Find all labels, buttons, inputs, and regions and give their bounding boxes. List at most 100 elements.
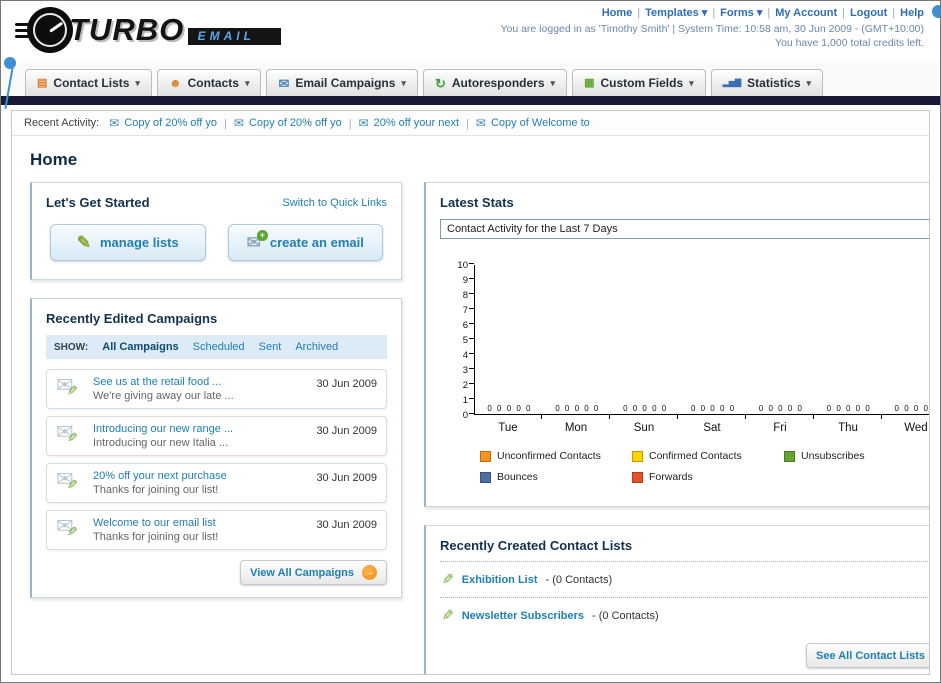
recent-activity-item[interactable]: ✉ 20% off your next	[359, 116, 459, 130]
logo-dial-icon	[27, 7, 73, 53]
campaign-tab-archived[interactable]: Archived	[295, 341, 338, 353]
header-link-logout[interactable]: Logout	[850, 7, 887, 19]
bar-group-values: 0 0 0 0 0	[623, 404, 667, 413]
tab-custom-fields[interactable]: ▦ Custom Fields ▾	[572, 69, 706, 96]
campaign-title-link[interactable]: Welcome to our email list	[93, 517, 307, 529]
contact-list-name-link[interactable]: Newsletter Subscribers	[462, 610, 584, 622]
recent-activity-bar: Recent Activity: ✉ Copy of 20% off yo | ✉ Co…	[12, 111, 929, 136]
header: TURBO EMAIL Home | Templates ▾ | Forms ▾ | My …	[1, 1, 940, 63]
chart-legend: Unconfirmed Contacts Confirmed Contacts Un…	[480, 450, 929, 492]
legend-label: Bounces	[497, 471, 538, 483]
header-link-templates[interactable]: Templates ▾	[645, 7, 707, 19]
chart-plot: 0 0 0 0 0 0 0 0 0 0 0 0 0 0 0 0 0 0 0 0 0 0 …	[469, 263, 929, 415]
contact-list-name-link[interactable]: Exhibition List	[462, 574, 538, 586]
header-links: Home | Templates ▾ | Forms ▾ | My Account | Logo…	[500, 6, 924, 19]
header-link-my-account[interactable]: My Account	[775, 7, 837, 19]
campaign-title-link[interactable]: 20% off your next purchase	[93, 470, 307, 482]
login-info: You are logged in as 'Timothy Smith' | S…	[500, 23, 924, 35]
header-link-home[interactable]: Home	[602, 7, 633, 19]
see-all-contact-lists-button[interactable]: See All Contact Lists →	[805, 643, 929, 668]
envelope-icon: ✉	[358, 116, 369, 130]
y-axis-tick-label: 2	[462, 379, 468, 391]
y-axis-tick	[469, 413, 474, 414]
campaign-date: 30 Jun 2009	[316, 378, 377, 390]
switch-quick-links-link[interactable]: Switch to Quick Links	[282, 197, 387, 209]
tab-email-campaigns[interactable]: ✉ Email Campaigns ▾	[266, 69, 418, 96]
campaign-tab-all-campaigns[interactable]: All Campaigns	[102, 341, 178, 353]
campaigns-title: Recently Edited Campaigns	[46, 311, 218, 326]
bar-group-values: 0 0 0 0 0	[894, 404, 929, 413]
chevron-down-icon: ▾	[550, 77, 556, 88]
chevron-down-icon: ▾	[244, 77, 250, 88]
view-all-campaigns-button[interactable]: View All Campaigns →	[240, 560, 387, 585]
stats-title: Latest Stats	[440, 195, 514, 210]
contacts-icon: ☻	[168, 76, 182, 90]
campaign-item[interactable]: ✉ ✎ See us at the retail food ... We're giv…	[46, 369, 387, 409]
y-axis-tick-label: 10	[457, 259, 468, 271]
nav-divider-bar	[1, 96, 940, 105]
contact-list-count: - (0 Contacts)	[545, 573, 613, 586]
pencil-icon: ✎	[67, 383, 78, 398]
separator: |	[637, 7, 641, 19]
contact-list-item[interactable]: ✎ Exhibition List - (0 Contacts)	[440, 561, 929, 597]
recent-activity-label: Recent Activity:	[24, 117, 100, 129]
campaign-item[interactable]: ✉ ✎ Introducing our new range ... Introduci…	[46, 416, 387, 456]
x-axis-label: Wed	[904, 422, 928, 434]
decorative-dot	[4, 57, 16, 69]
create-email-button[interactable]: ✉ + create an email	[227, 224, 383, 261]
header-link-help[interactable]: Help	[900, 7, 924, 19]
recent-activity-item[interactable]: ✉ Copy of 20% off yo	[234, 116, 342, 130]
campaign-tab-scheduled[interactable]: Scheduled	[193, 341, 245, 353]
bar-group-values: 0 0 0 0 0	[758, 404, 802, 413]
recent-activity-item[interactable]: ✉ Copy of Welcome to	[476, 116, 590, 130]
campaign-text: See us at the retail food ... We're givin…	[93, 376, 307, 402]
decorative-dot	[932, 5, 940, 18]
tab-statistics[interactable]: ▂▅▇ Statistics ▾	[710, 69, 824, 96]
custom-fields-icon: ▦	[584, 76, 595, 89]
campaign-text: Welcome to our email list Thanks for join…	[93, 517, 307, 543]
tab-autoresponders[interactable]: ↻ Autoresponders ▾	[422, 69, 568, 96]
y-axis-tick	[469, 338, 474, 339]
campaign-item[interactable]: ✉ ✎ 20% off your next purchase Thanks for j…	[46, 463, 387, 503]
x-axis-label: Sun	[633, 422, 655, 434]
campaign-tab-sent[interactable]: Sent	[259, 341, 282, 353]
contact-list-item[interactable]: ✎ Newsletter Subscribers - (0 Contacts)	[440, 597, 929, 633]
bar-group-values: 0 0 0 0 0	[826, 404, 870, 413]
email-campaigns-icon: ✉	[278, 75, 290, 91]
chevron-down-icon: ▾	[806, 77, 812, 88]
separator: |	[767, 7, 771, 19]
manage-lists-button[interactable]: ✎ manage lists	[50, 224, 206, 261]
y-axis-tick-label: 5	[462, 334, 468, 346]
app-logo[interactable]: TURBO EMAIL	[1, 1, 281, 53]
email-edit-icon: ✉ ✎	[56, 469, 84, 495]
chevron-down-icon: ▾	[401, 77, 406, 88]
y-axis-tick-label: 1	[462, 394, 468, 406]
latest-stats-panel: Latest Stats Contact Activity for the La…	[424, 182, 929, 507]
campaign-text: 20% off your next purchase Thanks for joi…	[93, 470, 307, 496]
stats-activity-select[interactable]: Contact Activity for the Last 7 Days	[440, 219, 929, 239]
manage-lists-label: manage lists	[99, 235, 179, 250]
chart-zero-row: 0 0 0 0 0 0 0 0 0 0 0 0 0 0 0 0 0 0 0 0 0 0 …	[475, 404, 929, 413]
tab-label: Contact Lists	[53, 76, 130, 90]
email-plus-icon: ✉ +	[247, 230, 268, 251]
campaign-title-link[interactable]: Introducing our new range ...	[93, 423, 307, 435]
campaign-title-link[interactable]: See us at the retail food ...	[93, 376, 307, 388]
x-axis-label: Sat	[703, 422, 721, 434]
y-axis-tick-label: 8	[462, 289, 468, 301]
logo-text: TURBO EMAIL	[69, 14, 281, 46]
header-link-forms[interactable]: Forms ▾	[720, 7, 762, 19]
campaign-item[interactable]: ✉ ✎ Welcome to our email list Thanks for jo…	[46, 510, 387, 550]
legend-label: Unsubscribes	[801, 450, 865, 462]
recent-activity-item[interactable]: ✉ Copy of 20% off yo	[109, 116, 217, 130]
pencil-icon: ✎	[67, 524, 78, 539]
legend-item: Bounces	[480, 471, 632, 483]
legend-label: Confirmed Contacts	[649, 450, 742, 462]
envelope-icon: ✉	[233, 116, 244, 130]
tab-contact-lists[interactable]: ▤ Contact Lists ▾	[25, 69, 152, 96]
recent-campaigns-panel: Recently Edited Campaigns SHOW: All Camp…	[30, 298, 402, 598]
tab-contacts[interactable]: ☻ Contacts ▾	[156, 69, 262, 96]
email-edit-icon: ✉ ✎	[56, 375, 84, 401]
y-axis-tick	[469, 383, 474, 384]
contact-lists-icon: ▤	[37, 76, 48, 89]
y-axis-tick	[469, 398, 474, 399]
